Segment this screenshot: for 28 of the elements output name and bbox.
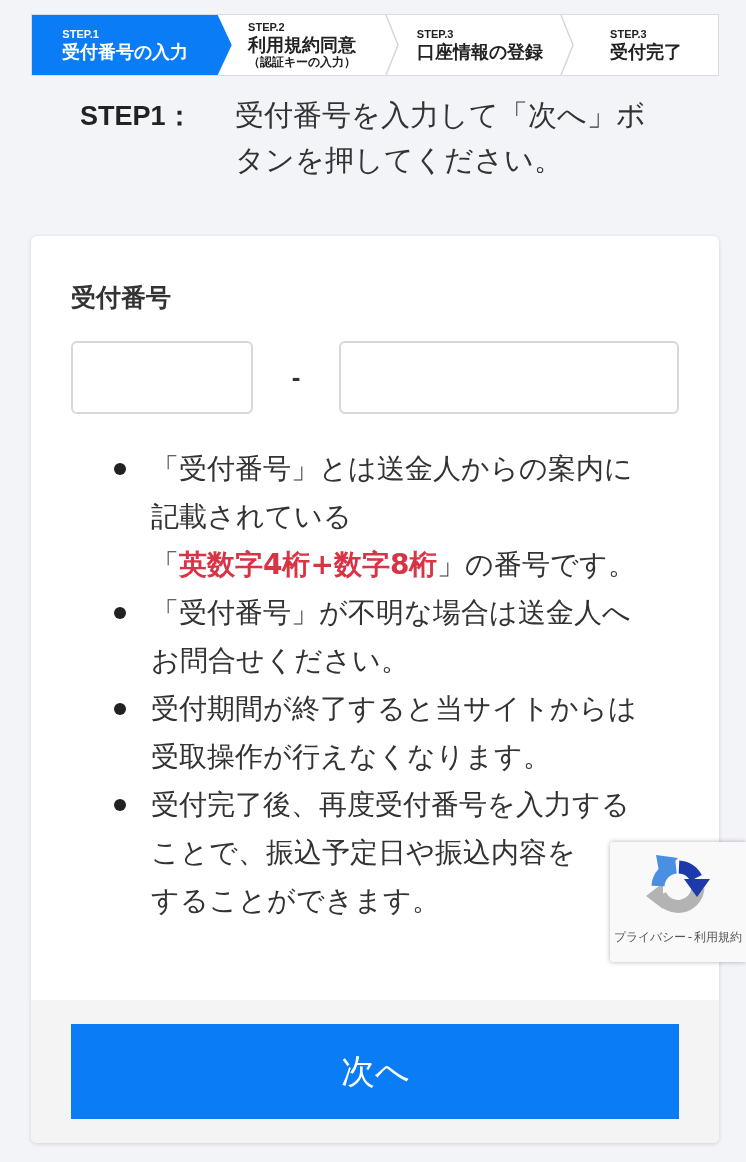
- privacy-link[interactable]: プライバシー: [613, 930, 686, 944]
- note-text: することができます。: [151, 883, 441, 919]
- input-field[interactable]: [339, 341, 679, 414]
- step-title: 受付完了: [610, 41, 683, 62]
- instruction-text: 受付番号を入力して「次へ」ボタンを押してください。: [235, 97, 647, 179]
- step-number: STEP.1: [62, 28, 99, 41]
- input-field[interactable]: [71, 341, 253, 414]
- bullet-icon: [114, 463, 126, 475]
- step-title: 受付番号の入力: [62, 41, 189, 62]
- instruction-label: STEP1：: [80, 100, 194, 133]
- bullet-icon: [114, 799, 126, 811]
- step-title: 利用規約同意: [248, 34, 357, 55]
- field-label: 受付番号: [71, 284, 172, 312]
- note-text: 受付完了後、再度受付番号を入力することで、振込予定日や振込内容を: [151, 787, 631, 871]
- link-separator: -: [687, 930, 693, 944]
- next-button[interactable]: 次へ: [71, 1024, 679, 1119]
- note-text: 「受付番号」が不明な場合は送金人へお問合せください。: [151, 595, 632, 679]
- bullet-icon: [114, 607, 126, 619]
- bullet-icon: [114, 703, 126, 715]
- step-number: STEP.3: [610, 28, 647, 41]
- step-subtitle: （認証キーの入力）: [248, 55, 357, 69]
- step-number: STEP.2: [248, 21, 285, 34]
- terms-link[interactable]: 利用規約: [694, 930, 743, 944]
- note-text: 「受付番号」とは送金人からの案内に記載されている「英数字4桁+数字8桁」の番号です。: [151, 451, 638, 583]
- dash-separator: -: [290, 362, 302, 393]
- step-title: 口座情報の登録: [416, 41, 543, 62]
- step-number: STEP.3: [416, 28, 454, 41]
- note-text: 受付期間が終了すると当サイトからは受取操作が行えなくなります。: [151, 691, 638, 775]
